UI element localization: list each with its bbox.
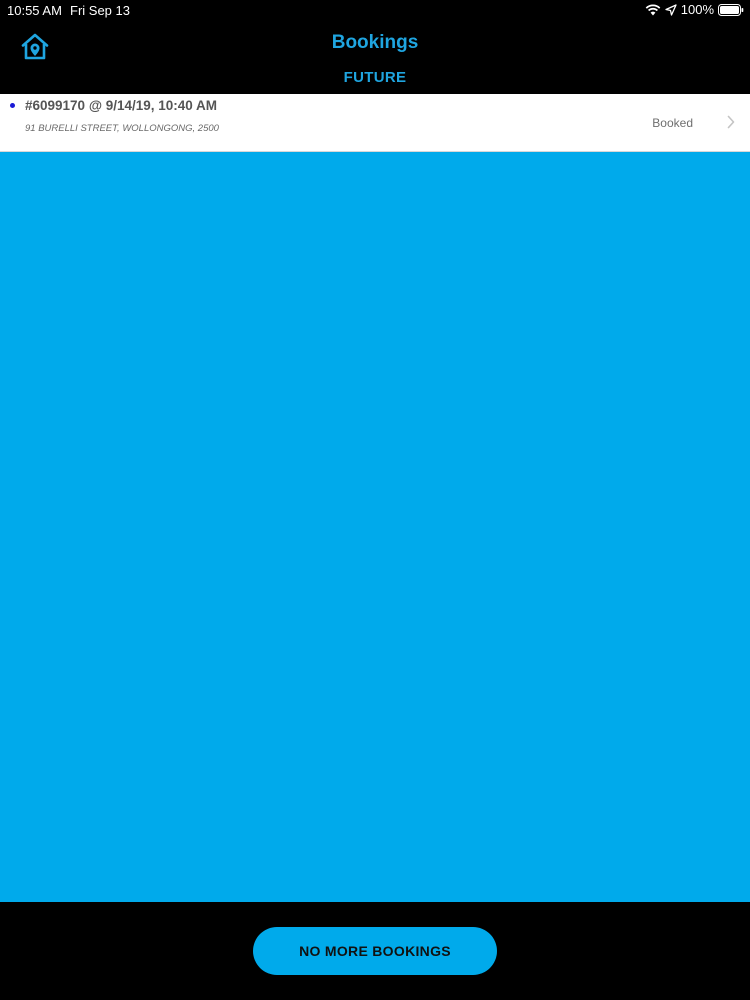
no-more-bookings-button[interactable]: NO MORE BOOKINGS: [253, 927, 497, 975]
battery-percentage: 100%: [680, 2, 714, 17]
bookings-list: #6099170 @ 9/14/19, 10:40 AM 91 BURELLI …: [0, 94, 750, 902]
wifi-icon: [645, 4, 661, 16]
chevron-right-icon: [727, 115, 735, 134]
location-icon: [665, 3, 677, 16]
nav-header: Bookings FUTURE: [0, 22, 750, 94]
footer: NO MORE BOOKINGS: [0, 902, 750, 1000]
status-date: Fri Sep 13: [70, 3, 130, 18]
booking-title: #6099170 @ 9/14/19, 10:40 AM: [25, 98, 218, 113]
booking-address: 91 BURELLI STREET, WOLLONGONG, 2500: [25, 123, 219, 134]
booking-row[interactable]: #6099170 @ 9/14/19, 10:40 AM 91 BURELLI …: [0, 94, 750, 152]
battery-icon: [718, 3, 744, 16]
bookings-screen: 10:55 AM Fri Sep 13 100% Bookings FUTURE…: [0, 0, 750, 1000]
status-indicators: 100%: [645, 2, 744, 17]
booking-status: Booked: [652, 116, 693, 130]
status-time: 10:55 AM: [7, 3, 62, 18]
page-subtitle: FUTURE: [343, 69, 407, 86]
status-bar: 10:55 AM Fri Sep 13 100%: [0, 0, 750, 22]
unread-dot-icon: [10, 103, 15, 108]
page-title: Bookings: [331, 32, 419, 53]
